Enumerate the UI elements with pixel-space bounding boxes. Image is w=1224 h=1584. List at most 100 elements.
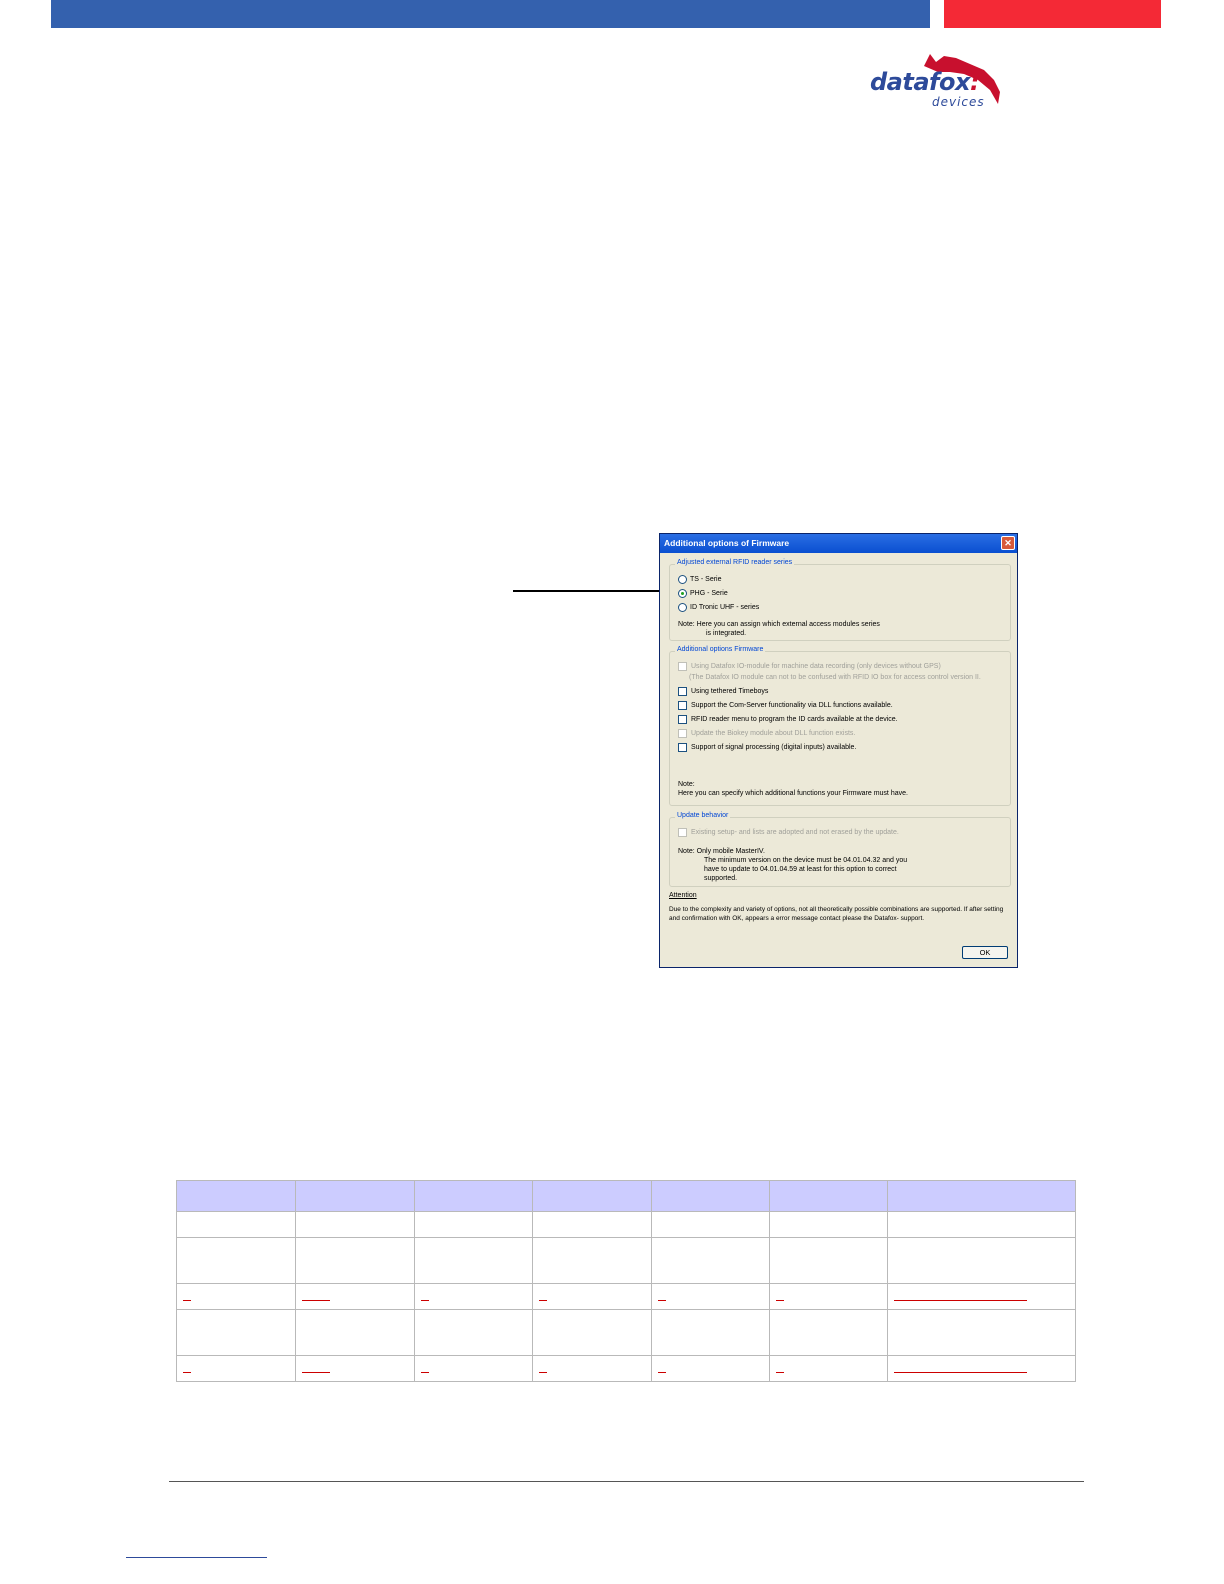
- table-cell: [414, 1355, 533, 1382]
- reader-note-line2: is integrated.: [706, 630, 747, 637]
- pointer-arrow-icon: [513, 586, 683, 596]
- options-note-text: Here you can specify which additional fu…: [678, 790, 908, 797]
- table-cell: [887, 1309, 1076, 1356]
- checkbox-icon[interactable]: [678, 715, 687, 724]
- checkbox-label: Using tethered Timeboys: [691, 688, 769, 695]
- table-link[interactable]: [302, 1291, 330, 1301]
- checkbox-icon[interactable]: [678, 729, 687, 738]
- checkbox-label: Existing setup- and lists are adopted an…: [691, 829, 899, 836]
- table-row: [176, 1355, 1076, 1382]
- update-behavior-group: Update behavior Existing setup- and list…: [669, 812, 1011, 887]
- table-header-cell: [176, 1180, 296, 1212]
- checkbox-keep-setup[interactable]: Existing setup- and lists are adopted an…: [678, 828, 899, 837]
- checkbox-icon[interactable]: [678, 743, 687, 752]
- io-module-subnote: (The Datafox IO module can not to be con…: [689, 674, 981, 681]
- radio-label: TS - Serie: [690, 576, 722, 583]
- table-link[interactable]: [539, 1291, 547, 1301]
- table-link[interactable]: [302, 1363, 330, 1373]
- radio-icon[interactable]: [678, 575, 687, 584]
- table-cell: [887, 1211, 1076, 1238]
- radio-label: PHG - Serie: [690, 590, 728, 597]
- radio-ts-serie[interactable]: TS - Serie: [678, 575, 722, 584]
- table-cell: [532, 1355, 652, 1382]
- table-header-cell: [295, 1180, 415, 1212]
- radio-selected-icon[interactable]: [678, 589, 687, 598]
- table-cell: [295, 1309, 415, 1356]
- checkbox-rfid-reader-menu[interactable]: RFID reader menu to program the ID cards…: [678, 715, 898, 724]
- dialog-titlebar[interactable]: Additional options of Firmware ✕: [660, 534, 1017, 553]
- table-cell: [769, 1309, 888, 1356]
- table-link[interactable]: [539, 1363, 547, 1373]
- options-note-label: Note:: [678, 781, 695, 788]
- radio-label: ID Tronic UHF - series: [690, 604, 760, 611]
- table-cell: [651, 1309, 770, 1356]
- table-link[interactable]: [894, 1363, 1027, 1373]
- attention-title: Attention: [669, 892, 697, 899]
- logo-word-main: datafox: [870, 68, 970, 96]
- checkbox-icon[interactable]: [678, 828, 687, 837]
- checkbox-icon[interactable]: [678, 662, 687, 671]
- table-link[interactable]: [894, 1291, 1027, 1301]
- table-link[interactable]: [421, 1363, 429, 1373]
- attention-text: Due to the complexity and variety of opt…: [669, 906, 1004, 922]
- table-cell: [414, 1237, 533, 1284]
- table-cell: [887, 1283, 1076, 1310]
- table-header-cell: [532, 1180, 652, 1212]
- radio-id-tronic-uhf[interactable]: ID Tronic UHF - series: [678, 603, 759, 612]
- checkbox-label: RFID reader menu to program the ID cards…: [691, 716, 898, 723]
- table-link[interactable]: [776, 1363, 784, 1373]
- table-cell: [887, 1237, 1076, 1284]
- update-note-line4: supported.: [704, 875, 738, 882]
- table-cell: [651, 1237, 770, 1284]
- checkbox-icon[interactable]: [678, 687, 687, 696]
- footer-divider: [169, 1481, 1084, 1482]
- datafox-logo: datafox: devices: [866, 48, 1006, 110]
- radio-icon[interactable]: [678, 603, 687, 612]
- table-link[interactable]: [658, 1291, 666, 1301]
- table-cell: [651, 1283, 770, 1310]
- table-cell: [769, 1283, 888, 1310]
- footer-link[interactable]: [126, 1557, 267, 1558]
- header-band-blue: [51, 0, 930, 28]
- table-row: [176, 1237, 1076, 1284]
- table-cell: [295, 1355, 415, 1382]
- checkbox-label: Update the Biokey module about DLL funct…: [691, 730, 856, 737]
- table-cell: [651, 1355, 770, 1382]
- table-cell: [295, 1237, 415, 1284]
- checkbox-icon[interactable]: [678, 701, 687, 710]
- checkbox-tethered-timeboys[interactable]: Using tethered Timeboys: [678, 687, 768, 696]
- table-cell: [532, 1237, 652, 1284]
- table-row: [176, 1211, 1076, 1238]
- table-link[interactable]: [776, 1291, 784, 1301]
- table-cell: [295, 1211, 415, 1238]
- checkbox-label: Using Datafox IO-module for machine data…: [691, 663, 941, 670]
- radio-phg-serie[interactable]: PHG - Serie: [678, 589, 728, 598]
- table-cell: [176, 1211, 296, 1238]
- checkbox-signal-processing[interactable]: Support of signal processing (digital in…: [678, 743, 856, 752]
- table-link[interactable]: [183, 1363, 191, 1373]
- table-header-cell: [769, 1180, 888, 1212]
- checkbox-label: Support the Com-Server functionality via…: [691, 702, 893, 709]
- table-link[interactable]: [658, 1363, 666, 1373]
- table-cell: [651, 1211, 770, 1238]
- table-row: [176, 1283, 1076, 1310]
- table-cell: [295, 1283, 415, 1310]
- dialog-title: Additional options of Firmware: [664, 538, 790, 548]
- logo-subtitle: devices: [932, 95, 985, 109]
- table-header-cell: [887, 1180, 1076, 1212]
- table-link[interactable]: [183, 1291, 191, 1301]
- table-header-cell: [651, 1180, 770, 1212]
- table-cell: [414, 1283, 533, 1310]
- close-button[interactable]: ✕: [1001, 536, 1015, 550]
- table-link[interactable]: [421, 1291, 429, 1301]
- table-row: [176, 1309, 1076, 1356]
- options-group-title: Additional options Firmware: [675, 646, 766, 653]
- checkbox-label: Support of signal processing (digital in…: [691, 744, 857, 751]
- update-group-title: Update behavior: [675, 812, 731, 819]
- checkbox-io-module[interactable]: Using Datafox IO-module for machine data…: [678, 662, 941, 671]
- table-cell: [176, 1237, 296, 1284]
- ok-button[interactable]: OK: [962, 946, 1008, 959]
- checkbox-biokey-update[interactable]: Update the Biokey module about DLL funct…: [678, 729, 855, 738]
- checkbox-com-server[interactable]: Support the Com-Server functionality via…: [678, 701, 893, 710]
- update-note-line1: Note: Only mobile MasterIV.: [678, 848, 765, 855]
